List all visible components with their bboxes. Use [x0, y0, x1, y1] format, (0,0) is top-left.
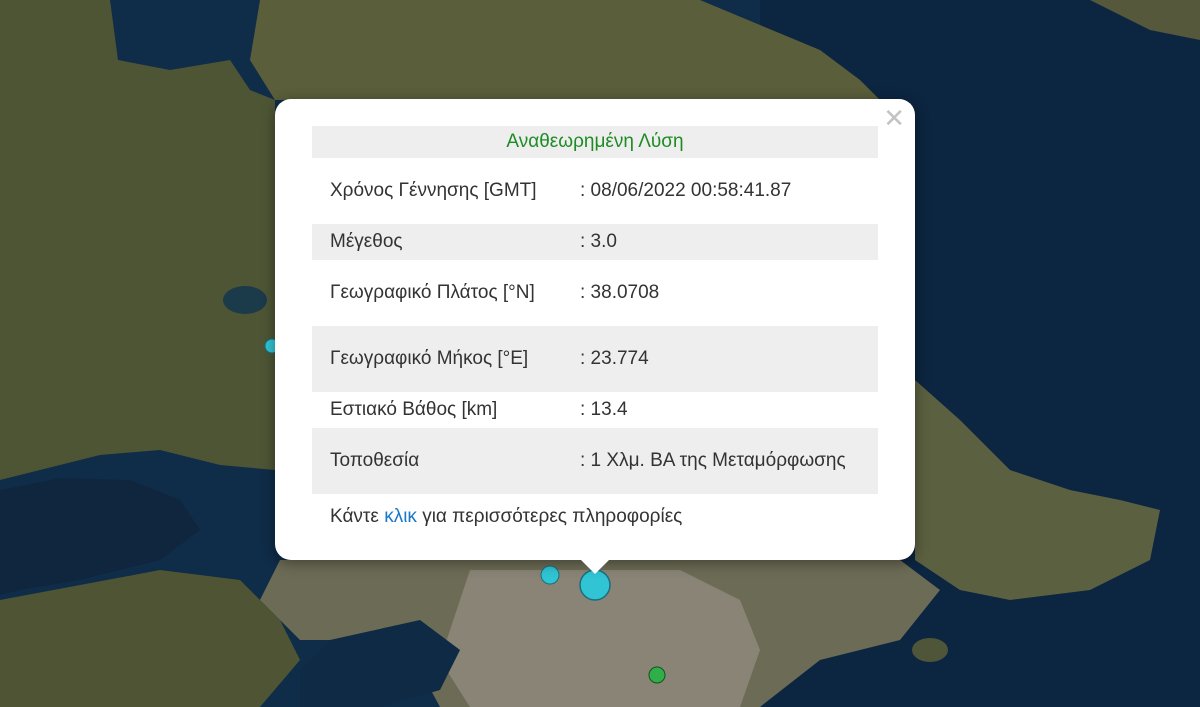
more-info-link[interactable]: κλικ	[384, 506, 417, 527]
quake-marker[interactable]	[648, 666, 666, 684]
location-value: : 1 Χλμ. ΒΑ της Μεταμόρφωσης	[580, 450, 846, 471]
longitude-value: : 23.774	[580, 348, 649, 369]
origin-time-value: : 08/06/2022 00:58:41.87	[580, 180, 792, 201]
latitude-value: : 38.0708	[580, 282, 660, 303]
more-info-prefix: Κάντε	[330, 506, 385, 527]
magnitude-label: Μέγεθος	[330, 231, 403, 252]
table-row: Γεωγραφικό Πλάτος [°N] : 38.0708	[312, 260, 878, 326]
location-label: Τοποθεσία	[330, 450, 420, 471]
earthquake-info-table: Αναθεωρημένη Λύση Χρόνος Γέννησης [GMT] …	[312, 126, 878, 494]
origin-time-label: Χρόνος Γέννησης [GMT]	[330, 180, 537, 201]
table-row: Χρόνος Γέννησης [GMT] : 08/06/2022 00:58…	[312, 158, 878, 224]
popup-title: Αναθεωρημένη Λύση	[506, 131, 684, 152]
island	[912, 638, 948, 662]
earthquake-popup: ✕ Αναθεωρημένη Λύση Χρόνος Γέννησης [GMT…	[275, 99, 915, 560]
table-row: Εστιακό Βάθος [km] : 13.4	[312, 392, 878, 428]
quake-marker-selected[interactable]	[579, 569, 611, 601]
depth-label: Εστιακό Βάθος [km]	[330, 399, 498, 420]
more-info-text: Κάντε κλικ για περισσότερες πληροφορίες	[330, 503, 682, 531]
longitude-label: Γεωγραφικό Μήκος [°E]	[330, 348, 529, 369]
table-row: Τοποθεσία : 1 Χλμ. ΒΑ της Μεταμόρφωσης	[312, 428, 878, 494]
table-row: Μέγεθος : 3.0	[312, 224, 878, 260]
lake	[223, 286, 267, 314]
table-row: Γεωγραφικό Μήκος [°E] : 23.774	[312, 326, 878, 392]
magnitude-value: : 3.0	[580, 231, 617, 252]
depth-value: : 13.4	[580, 399, 628, 420]
quake-marker[interactable]	[540, 565, 560, 585]
latitude-label: Γεωγραφικό Πλάτος [°N]	[330, 282, 535, 303]
close-icon[interactable]: ✕	[883, 105, 905, 133]
popup-title-row: Αναθεωρημένη Λύση	[312, 126, 878, 158]
more-info-suffix: για περισσότερες πληροφορίες	[416, 506, 683, 527]
popup-tip	[580, 559, 610, 574]
land-west	[0, 0, 275, 480]
